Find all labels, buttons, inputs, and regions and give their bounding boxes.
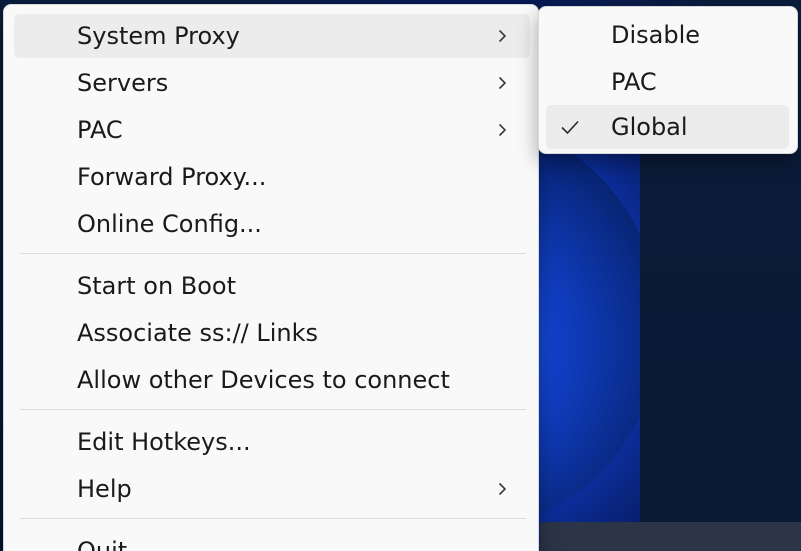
menu-item-help[interactable]: Help	[14, 467, 530, 511]
menu-item-pac[interactable]: PAC	[14, 108, 530, 152]
chevron-right-icon	[498, 108, 507, 137]
menu-item-allow-devices[interactable]: Allow other Devices to connect	[14, 358, 530, 402]
menu-separator	[20, 253, 526, 254]
submenu-item-global[interactable]: Global	[546, 105, 789, 149]
menu-item-servers[interactable]: Servers	[14, 61, 530, 105]
chevron-right-icon	[498, 14, 507, 43]
menu-item-label: Servers	[77, 69, 169, 97]
menu-item-forward-proxy[interactable]: Forward Proxy...	[14, 155, 530, 199]
system-proxy-submenu: Disable PAC Global	[538, 6, 798, 154]
menu-item-online-config[interactable]: Online Config...	[14, 202, 530, 246]
chevron-right-icon	[498, 467, 507, 496]
menu-item-label: Allow other Devices to connect	[77, 366, 450, 394]
menu-item-label: PAC	[77, 116, 123, 144]
submenu-item-label: PAC	[611, 68, 657, 96]
chevron-right-icon	[498, 61, 507, 90]
menu-separator	[20, 409, 526, 410]
menu-item-edit-hotkeys[interactable]: Edit Hotkeys...	[14, 420, 530, 464]
checkmark-icon	[560, 119, 580, 139]
menu-item-system-proxy[interactable]: System Proxy	[14, 14, 530, 58]
desktop: System Proxy Servers PAC Forward Proxy..…	[0, 0, 801, 551]
tray-context-menu: System Proxy Servers PAC Forward Proxy..…	[3, 4, 539, 551]
menu-item-label: Help	[77, 475, 132, 503]
menu-item-label: Start on Boot	[77, 272, 237, 300]
menu-item-label: Quit	[77, 537, 128, 551]
submenu-item-label: Disable	[611, 21, 701, 49]
menu-separator	[20, 518, 526, 519]
submenu-item-pac[interactable]: PAC	[546, 60, 789, 104]
menu-item-label: System Proxy	[77, 22, 240, 50]
submenu-item-label: Global	[611, 113, 688, 141]
menu-item-label: Online Config...	[77, 210, 262, 238]
wallpaper-background	[640, 150, 801, 550]
menu-item-label: Edit Hotkeys...	[77, 428, 251, 456]
menu-item-label: Associate ss:// Links	[77, 319, 319, 347]
menu-item-quit[interactable]: Quit	[14, 529, 530, 551]
taskbar	[540, 522, 801, 551]
submenu-item-disable[interactable]: Disable	[546, 13, 789, 57]
menu-item-start-on-boot[interactable]: Start on Boot	[14, 264, 530, 308]
menu-item-label: Forward Proxy...	[77, 163, 267, 191]
menu-item-associate-links[interactable]: Associate ss:// Links	[14, 311, 530, 355]
